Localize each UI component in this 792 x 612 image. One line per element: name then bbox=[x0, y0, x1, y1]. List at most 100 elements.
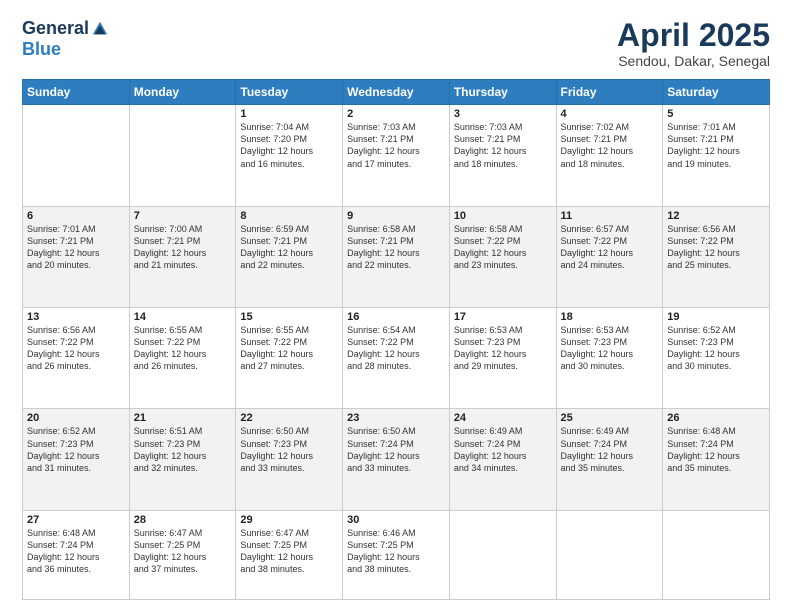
calendar-week-row: 6Sunrise: 7:01 AM Sunset: 7:21 PM Daylig… bbox=[23, 206, 770, 307]
cell-info: Sunrise: 7:01 AM Sunset: 7:21 PM Dayligh… bbox=[667, 121, 765, 170]
table-row: 24Sunrise: 6:49 AM Sunset: 7:24 PM Dayli… bbox=[449, 409, 556, 510]
table-row: 27Sunrise: 6:48 AM Sunset: 7:24 PM Dayli… bbox=[23, 510, 130, 599]
table-row: 6Sunrise: 7:01 AM Sunset: 7:21 PM Daylig… bbox=[23, 206, 130, 307]
table-row: 15Sunrise: 6:55 AM Sunset: 7:22 PM Dayli… bbox=[236, 308, 343, 409]
table-row: 5Sunrise: 7:01 AM Sunset: 7:21 PM Daylig… bbox=[663, 105, 770, 206]
cell-info: Sunrise: 6:50 AM Sunset: 7:23 PM Dayligh… bbox=[240, 425, 338, 474]
day-number: 23 bbox=[347, 412, 445, 424]
day-number: 24 bbox=[454, 412, 552, 424]
table-row: 25Sunrise: 6:49 AM Sunset: 7:24 PM Dayli… bbox=[556, 409, 663, 510]
cell-info: Sunrise: 6:59 AM Sunset: 7:21 PM Dayligh… bbox=[240, 223, 338, 272]
logo-blue-text: Blue bbox=[22, 39, 61, 59]
table-row: 23Sunrise: 6:50 AM Sunset: 7:24 PM Dayli… bbox=[343, 409, 450, 510]
logo-icon bbox=[91, 20, 109, 38]
table-row: 28Sunrise: 6:47 AM Sunset: 7:25 PM Dayli… bbox=[129, 510, 236, 599]
table-row bbox=[23, 105, 130, 206]
day-number: 22 bbox=[240, 412, 338, 424]
col-tuesday: Tuesday bbox=[236, 80, 343, 105]
cell-info: Sunrise: 7:03 AM Sunset: 7:21 PM Dayligh… bbox=[347, 121, 445, 170]
table-row: 12Sunrise: 6:56 AM Sunset: 7:22 PM Dayli… bbox=[663, 206, 770, 307]
day-number: 2 bbox=[347, 108, 445, 120]
cell-info: Sunrise: 6:50 AM Sunset: 7:24 PM Dayligh… bbox=[347, 425, 445, 474]
day-number: 15 bbox=[240, 311, 338, 323]
day-number: 6 bbox=[27, 210, 125, 222]
table-row: 17Sunrise: 6:53 AM Sunset: 7:23 PM Dayli… bbox=[449, 308, 556, 409]
table-row: 7Sunrise: 7:00 AM Sunset: 7:21 PM Daylig… bbox=[129, 206, 236, 307]
day-number: 30 bbox=[347, 514, 445, 526]
cell-info: Sunrise: 7:04 AM Sunset: 7:20 PM Dayligh… bbox=[240, 121, 338, 170]
table-row: 30Sunrise: 6:46 AM Sunset: 7:25 PM Dayli… bbox=[343, 510, 450, 599]
cell-info: Sunrise: 6:47 AM Sunset: 7:25 PM Dayligh… bbox=[240, 527, 338, 576]
day-number: 29 bbox=[240, 514, 338, 526]
day-number: 3 bbox=[454, 108, 552, 120]
cell-info: Sunrise: 6:54 AM Sunset: 7:22 PM Dayligh… bbox=[347, 324, 445, 373]
col-saturday: Saturday bbox=[663, 80, 770, 105]
page: General Blue April 2025 Sendou, Dakar, S… bbox=[0, 0, 792, 612]
day-number: 21 bbox=[134, 412, 232, 424]
cell-info: Sunrise: 6:56 AM Sunset: 7:22 PM Dayligh… bbox=[667, 223, 765, 272]
table-row bbox=[129, 105, 236, 206]
table-row: 2Sunrise: 7:03 AM Sunset: 7:21 PM Daylig… bbox=[343, 105, 450, 206]
col-thursday: Thursday bbox=[449, 80, 556, 105]
month-title: April 2025 bbox=[617, 18, 770, 53]
cell-info: Sunrise: 7:01 AM Sunset: 7:21 PM Dayligh… bbox=[27, 223, 125, 272]
cell-info: Sunrise: 6:51 AM Sunset: 7:23 PM Dayligh… bbox=[134, 425, 232, 474]
day-number: 10 bbox=[454, 210, 552, 222]
table-row: 8Sunrise: 6:59 AM Sunset: 7:21 PM Daylig… bbox=[236, 206, 343, 307]
logo-general-text: General bbox=[22, 18, 89, 39]
day-number: 5 bbox=[667, 108, 765, 120]
cell-info: Sunrise: 6:52 AM Sunset: 7:23 PM Dayligh… bbox=[667, 324, 765, 373]
table-row: 21Sunrise: 6:51 AM Sunset: 7:23 PM Dayli… bbox=[129, 409, 236, 510]
cell-info: Sunrise: 6:48 AM Sunset: 7:24 PM Dayligh… bbox=[27, 527, 125, 576]
table-row: 4Sunrise: 7:02 AM Sunset: 7:21 PM Daylig… bbox=[556, 105, 663, 206]
col-monday: Monday bbox=[129, 80, 236, 105]
table-row bbox=[556, 510, 663, 599]
cell-info: Sunrise: 7:03 AM Sunset: 7:21 PM Dayligh… bbox=[454, 121, 552, 170]
table-row: 11Sunrise: 6:57 AM Sunset: 7:22 PM Dayli… bbox=[556, 206, 663, 307]
day-number: 14 bbox=[134, 311, 232, 323]
day-number: 12 bbox=[667, 210, 765, 222]
table-row: 20Sunrise: 6:52 AM Sunset: 7:23 PM Dayli… bbox=[23, 409, 130, 510]
calendar-week-row: 13Sunrise: 6:56 AM Sunset: 7:22 PM Dayli… bbox=[23, 308, 770, 409]
table-row: 22Sunrise: 6:50 AM Sunset: 7:23 PM Dayli… bbox=[236, 409, 343, 510]
day-number: 18 bbox=[561, 311, 659, 323]
day-number: 25 bbox=[561, 412, 659, 424]
cell-info: Sunrise: 6:56 AM Sunset: 7:22 PM Dayligh… bbox=[27, 324, 125, 373]
cell-info: Sunrise: 6:48 AM Sunset: 7:24 PM Dayligh… bbox=[667, 425, 765, 474]
calendar-week-row: 27Sunrise: 6:48 AM Sunset: 7:24 PM Dayli… bbox=[23, 510, 770, 599]
header: General Blue April 2025 Sendou, Dakar, S… bbox=[22, 18, 770, 69]
cell-info: Sunrise: 6:58 AM Sunset: 7:21 PM Dayligh… bbox=[347, 223, 445, 272]
table-row: 10Sunrise: 6:58 AM Sunset: 7:22 PM Dayli… bbox=[449, 206, 556, 307]
cell-info: Sunrise: 6:47 AM Sunset: 7:25 PM Dayligh… bbox=[134, 527, 232, 576]
day-number: 28 bbox=[134, 514, 232, 526]
calendar-table: Sunday Monday Tuesday Wednesday Thursday… bbox=[22, 79, 770, 600]
col-friday: Friday bbox=[556, 80, 663, 105]
day-number: 16 bbox=[347, 311, 445, 323]
day-number: 26 bbox=[667, 412, 765, 424]
day-number: 8 bbox=[240, 210, 338, 222]
day-number: 9 bbox=[347, 210, 445, 222]
cell-info: Sunrise: 6:53 AM Sunset: 7:23 PM Dayligh… bbox=[454, 324, 552, 373]
table-row: 18Sunrise: 6:53 AM Sunset: 7:23 PM Dayli… bbox=[556, 308, 663, 409]
day-number: 27 bbox=[27, 514, 125, 526]
cell-info: Sunrise: 6:49 AM Sunset: 7:24 PM Dayligh… bbox=[561, 425, 659, 474]
table-row: 29Sunrise: 6:47 AM Sunset: 7:25 PM Dayli… bbox=[236, 510, 343, 599]
day-number: 1 bbox=[240, 108, 338, 120]
col-sunday: Sunday bbox=[23, 80, 130, 105]
cell-info: Sunrise: 6:55 AM Sunset: 7:22 PM Dayligh… bbox=[240, 324, 338, 373]
cell-info: Sunrise: 6:55 AM Sunset: 7:22 PM Dayligh… bbox=[134, 324, 232, 373]
calendar-week-row: 1Sunrise: 7:04 AM Sunset: 7:20 PM Daylig… bbox=[23, 105, 770, 206]
cell-info: Sunrise: 7:00 AM Sunset: 7:21 PM Dayligh… bbox=[134, 223, 232, 272]
cell-info: Sunrise: 6:49 AM Sunset: 7:24 PM Dayligh… bbox=[454, 425, 552, 474]
table-row: 3Sunrise: 7:03 AM Sunset: 7:21 PM Daylig… bbox=[449, 105, 556, 206]
cell-info: Sunrise: 7:02 AM Sunset: 7:21 PM Dayligh… bbox=[561, 121, 659, 170]
table-row bbox=[449, 510, 556, 599]
title-block: April 2025 Sendou, Dakar, Senegal bbox=[617, 18, 770, 69]
table-row: 16Sunrise: 6:54 AM Sunset: 7:22 PM Dayli… bbox=[343, 308, 450, 409]
cell-info: Sunrise: 6:58 AM Sunset: 7:22 PM Dayligh… bbox=[454, 223, 552, 272]
cell-info: Sunrise: 6:52 AM Sunset: 7:23 PM Dayligh… bbox=[27, 425, 125, 474]
cell-info: Sunrise: 6:57 AM Sunset: 7:22 PM Dayligh… bbox=[561, 223, 659, 272]
table-row: 26Sunrise: 6:48 AM Sunset: 7:24 PM Dayli… bbox=[663, 409, 770, 510]
table-row: 19Sunrise: 6:52 AM Sunset: 7:23 PM Dayli… bbox=[663, 308, 770, 409]
day-number: 4 bbox=[561, 108, 659, 120]
